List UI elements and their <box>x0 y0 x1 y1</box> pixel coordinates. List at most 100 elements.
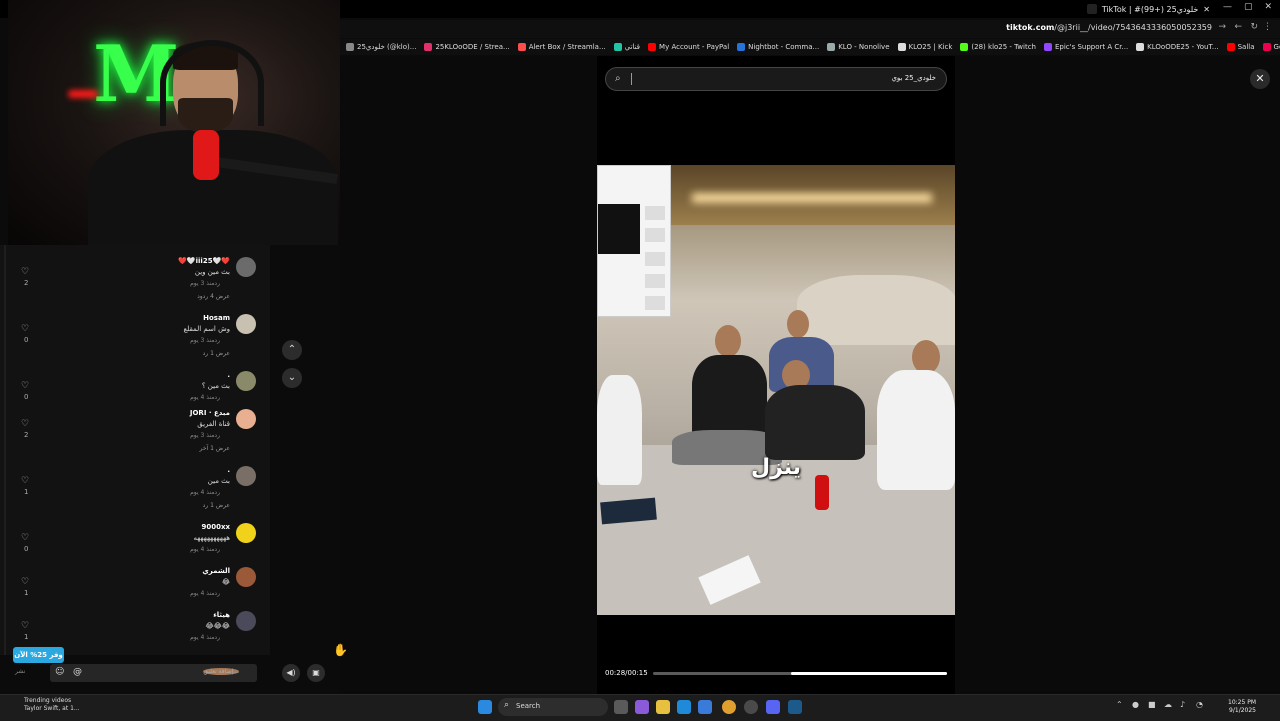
url-text[interactable]: tiktok.com/@j3rii__/video/75436433360500… <box>1006 23 1212 32</box>
reload-icon[interactable]: ↻ <box>1250 22 1258 32</box>
close-button[interactable]: ✕ <box>1250 69 1270 89</box>
tray-app-icon[interactable]: ● <box>1132 700 1139 709</box>
heart-icon[interactable]: ♡ <box>21 324 29 334</box>
heart-icon[interactable]: ♡ <box>21 577 29 587</box>
promo-badge[interactable]: وفر 25% الآن <box>13 647 64 663</box>
close-window-icon[interactable]: ✕ <box>1264 2 1272 12</box>
address-bar[interactable]: ⋮ ↻ ← → tiktok.com/@j3rii__/video/754364… <box>340 20 1280 38</box>
copilot-icon[interactable] <box>635 700 649 714</box>
comment-author[interactable]: 9000xx <box>201 523 230 531</box>
reply-button[interactable]: رد <box>214 590 220 597</box>
back-icon[interactable]: ← <box>1234 22 1242 32</box>
taskbar-search[interactable]: ⌕ Search <box>498 698 608 716</box>
avatar[interactable] <box>236 409 256 429</box>
steam-icon[interactable] <box>788 700 802 714</box>
cloud-icon[interactable]: ☁ <box>1164 700 1172 709</box>
reply-button[interactable]: رد <box>214 634 220 641</box>
taskbar-clock[interactable]: 10:25 PM 9/1/2025 <box>1214 699 1256 715</box>
comment-author[interactable]: . <box>227 371 230 379</box>
reply-button[interactable]: رد <box>214 546 220 553</box>
bookmark-item[interactable]: KLO25 | Kick <box>897 43 952 51</box>
menu-icon[interactable]: ⋮ <box>1263 22 1272 32</box>
avatar[interactable] <box>236 611 256 631</box>
heart-icon[interactable]: ♡ <box>21 621 29 631</box>
bookmark-item[interactable]: خلودي25 (@klo)... <box>346 43 416 51</box>
reply-button[interactable]: رد <box>214 489 220 496</box>
previous-video-button[interactable]: ⌃ <box>282 340 302 360</box>
comment-text: بث مين ؟ <box>201 382 230 390</box>
comment-author[interactable]: JORI · مبدع <box>190 409 230 417</box>
next-video-button[interactable]: ⌄ <box>282 368 302 388</box>
reply-button[interactable]: رد <box>214 280 220 287</box>
comment-author[interactable]: ❤️🤍iii25🤍❤️ <box>178 257 230 265</box>
heart-icon[interactable]: ♡ <box>21 476 29 486</box>
forward-icon[interactable]: → <box>1218 22 1226 32</box>
bookmark-item[interactable]: Alert Box / Streamla... <box>517 43 606 51</box>
heart-icon[interactable]: ♡ <box>21 533 29 543</box>
avatar[interactable] <box>236 466 256 486</box>
view-replies-button[interactable]: عرض 1 رد <box>203 350 230 357</box>
store-icon[interactable] <box>698 700 712 714</box>
bookmark-item[interactable]: My Account - PayPal <box>648 43 729 51</box>
pip-button[interactable]: ▣ <box>307 664 325 682</box>
heart-icon[interactable]: ♡ <box>21 381 29 391</box>
wifi-icon[interactable]: ◔ <box>1196 700 1203 709</box>
comment-author[interactable]: . <box>227 466 230 474</box>
video-progress[interactable] <box>653 672 947 675</box>
view-replies-button[interactable]: عرض 1 آخر <box>200 445 230 452</box>
maximize-icon[interactable]: ▢ <box>1244 2 1253 12</box>
edge-icon[interactable] <box>677 700 691 714</box>
bookmark-item[interactable]: KLO - Nonolive <box>827 43 890 51</box>
mic-tray-icon[interactable]: ♪ <box>1180 700 1185 709</box>
task-view-icon[interactable] <box>614 700 628 714</box>
view-replies-button[interactable]: عرض 1 رد <box>203 502 230 509</box>
comment-author[interactable]: هيثاء <box>213 611 230 619</box>
bookmark-item[interactable]: Salla <box>1226 43 1255 51</box>
view-replies-button[interactable]: عرض 4 ردود <box>197 293 230 300</box>
file-explorer-icon[interactable] <box>656 700 670 714</box>
tray-app-icon[interactable]: ■ <box>1148 700 1156 709</box>
bookmark-item[interactable]: Google <box>1262 43 1280 51</box>
avatar[interactable] <box>236 567 256 587</box>
comment-text: بث مين <box>207 477 230 485</box>
comment-meta: ردمنذ 3 يوم <box>190 337 230 344</box>
chrome-icon[interactable] <box>722 700 736 714</box>
bookmark-item[interactable]: قناتي <box>613 43 640 51</box>
bookmark-favicon-icon <box>648 43 657 51</box>
heart-icon[interactable]: ♡ <box>21 419 29 429</box>
tab-close-icon[interactable]: ✕ <box>1203 5 1210 14</box>
news-widget[interactable]: Trending videos Taylor Swift, at 1... <box>12 697 80 713</box>
minimize-icon[interactable]: — <box>1223 2 1232 12</box>
avatar[interactable] <box>236 523 256 543</box>
obs-icon[interactable] <box>744 700 758 714</box>
windows-start-icon[interactable] <box>478 700 492 714</box>
avatar[interactable] <box>236 314 256 334</box>
screen-overlay <box>597 165 671 317</box>
red-light <box>68 90 98 98</box>
comments-scrollbar[interactable] <box>4 245 6 655</box>
comment-input[interactable]: ☺ @ إضافة تعليق... <box>50 664 257 682</box>
comment-author[interactable]: Hosam <box>203 314 230 322</box>
discord-icon[interactable] <box>766 700 780 714</box>
bookmark-item[interactable]: 25KLOoODE / Strea... <box>424 43 510 51</box>
bookmark-item[interactable]: (28) klo25 - Twitch <box>960 43 1036 51</box>
reply-button[interactable]: رد <box>214 432 220 439</box>
avatar[interactable] <box>236 371 256 391</box>
search-input[interactable]: ⌕ خلودي_25 بوي <box>605 67 947 91</box>
avatar[interactable] <box>236 257 256 277</box>
post-button[interactable]: نشر <box>15 668 25 675</box>
bookmark-item[interactable]: KLOoODE25 - YouT... <box>1136 43 1219 51</box>
comment-author[interactable]: الشمري <box>202 567 230 575</box>
reply-button[interactable]: رد <box>214 394 220 401</box>
like-count: 0 <box>24 545 29 553</box>
tray-chevron-icon[interactable]: ⌃ <box>1116 700 1123 709</box>
reply-button[interactable]: رد <box>214 337 220 344</box>
volume-button[interactable]: ◀) <box>282 664 300 682</box>
mention-icon[interactable]: @ <box>73 667 82 677</box>
heart-icon[interactable]: ♡ <box>21 267 29 277</box>
bookmark-favicon-icon <box>1226 43 1235 51</box>
active-tab[interactable]: TikTok | #خلودي25 (+99) ✕ <box>1086 1 1210 17</box>
bookmark-item[interactable]: Epic's Support A Cr... <box>1044 43 1128 51</box>
bookmark-item[interactable]: Nightbot - Comma... <box>737 43 819 51</box>
emoji-icon[interactable]: ☺ <box>55 667 64 677</box>
